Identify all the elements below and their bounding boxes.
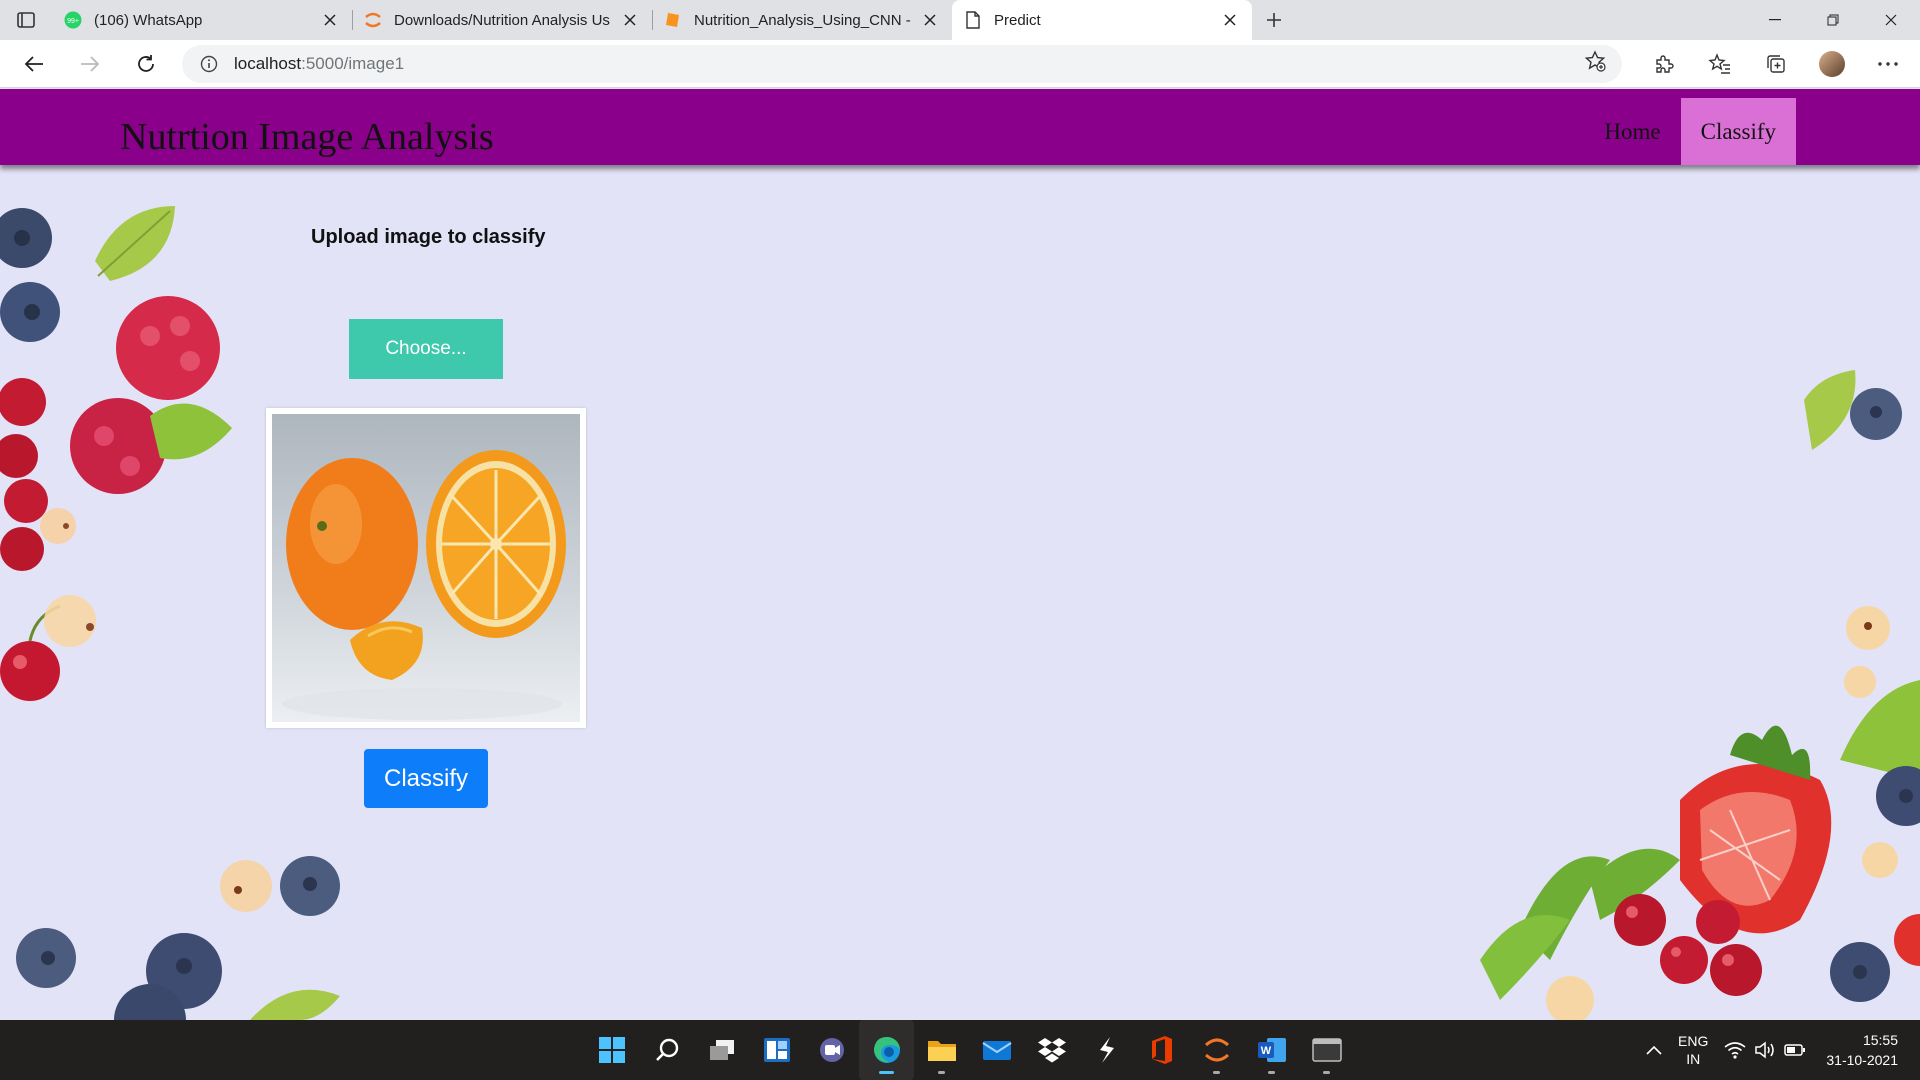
forward-button[interactable] <box>68 46 112 82</box>
teams-chat-icon[interactable] <box>804 1020 859 1080</box>
lang-region: IN <box>1686 1051 1701 1067</box>
dropbox-icon[interactable] <box>1024 1020 1079 1080</box>
restore-icon <box>1827 14 1839 26</box>
show-hidden-icons-button[interactable] <box>1638 1020 1670 1080</box>
preview-photo <box>272 414 580 722</box>
site-title: Nutrtion Image Analysis <box>120 116 494 158</box>
add-favorite-icon[interactable] <box>1584 50 1606 77</box>
widgets-icon[interactable] <box>749 1020 804 1080</box>
toolbar-actions <box>1636 44 1916 84</box>
tab-title: Nutrition_Analysis_Using_CNN - <box>694 11 911 29</box>
windows-taskbar: W ENG IN 15:55 31-10-2021 <box>0 1020 1920 1080</box>
minimize-icon <box>1769 19 1781 21</box>
tab-title: Predict <box>994 11 1041 29</box>
browser-toolbar: localhost:5000/image1 <box>0 40 1920 88</box>
tab-predict[interactable]: Predict <box>952 0 1252 40</box>
image-preview <box>266 408 586 728</box>
system-tray: ENG IN 15:55 31-10-2021 <box>1638 1020 1920 1080</box>
close-icon[interactable] <box>920 10 940 30</box>
clock[interactable]: 15:55 31-10-2021 <box>1814 1020 1920 1080</box>
main-nav: Home Classify <box>1584 98 1796 165</box>
url-host: localhost <box>234 53 302 73</box>
restore-button[interactable] <box>1804 0 1862 40</box>
fruit-decoration-right <box>1480 370 1920 1020</box>
close-window-button[interactable] <box>1862 0 1920 40</box>
jupyter-icon <box>364 11 382 29</box>
back-button[interactable] <box>12 46 56 82</box>
tab-title: Downloads/Nutrition Analysis Us <box>394 11 610 29</box>
edge-icon[interactable] <box>859 1020 914 1080</box>
collections-button[interactable] <box>1748 44 1804 84</box>
extensions-button[interactable] <box>1636 44 1692 84</box>
svg-text:99+: 99+ <box>67 18 79 25</box>
refresh-icon <box>138 54 154 72</box>
word-icon[interactable]: W <box>1244 1020 1299 1080</box>
minimize-button[interactable] <box>1746 0 1804 40</box>
tab-downloads[interactable]: Downloads/Nutrition Analysis Us <box>352 0 652 40</box>
page-icon <box>964 11 982 29</box>
upload-heading: Upload image to classify <box>311 226 546 248</box>
favorites-list-icon <box>1708 52 1730 74</box>
classify-button[interactable]: Classify <box>364 749 488 808</box>
office-icon[interactable] <box>1134 1020 1189 1080</box>
window-controls <box>1746 0 1920 40</box>
network-volume-battery-button[interactable] <box>1716 1020 1814 1080</box>
plus-icon <box>1267 13 1281 27</box>
clock-time: 15:55 <box>1862 1032 1898 1048</box>
tab-notebook[interactable]: Nutrition_Analysis_Using_CNN - <box>652 0 952 40</box>
taskbar-apps: W <box>584 1020 1354 1080</box>
profile-button[interactable] <box>1804 44 1860 84</box>
close-icon[interactable] <box>620 10 640 30</box>
vscode-icon[interactable] <box>1079 1020 1134 1080</box>
tab-title: (106) WhatsApp <box>94 11 203 29</box>
site-header: Nutrtion Image Analysis Home Classify <box>0 89 1920 165</box>
browser-tab-strip: 99+ (106) WhatsApp Downloads/Nutrition A… <box>0 0 1920 40</box>
task-view-icon[interactable] <box>694 1020 749 1080</box>
close-icon[interactable] <box>320 10 340 30</box>
more-icon <box>1878 61 1898 66</box>
windows-start-icon[interactable] <box>584 1020 639 1080</box>
puzzle-icon <box>1656 54 1674 73</box>
terminal-icon[interactable] <box>1299 1020 1354 1080</box>
whatsapp-icon: 99+ <box>64 11 82 29</box>
refresh-button[interactable] <box>124 46 168 82</box>
tab-whatsapp[interactable]: 99+ (106) WhatsApp <box>52 0 352 40</box>
info-icon[interactable] <box>198 53 220 75</box>
battery-icon <box>1784 1044 1806 1056</box>
mail-icon[interactable] <box>969 1020 1024 1080</box>
file-explorer-icon[interactable] <box>914 1020 969 1080</box>
settings-menu-button[interactable] <box>1860 44 1916 84</box>
search-icon[interactable] <box>639 1020 694 1080</box>
close-icon <box>1885 14 1897 26</box>
clock-date: 31-10-2021 <box>1826 1052 1898 1068</box>
nav-home-link[interactable]: Home <box>1584 98 1680 165</box>
tab-actions-button[interactable] <box>0 0 52 40</box>
address-bar[interactable]: localhost:5000/image1 <box>182 44 1622 83</box>
new-tab-button[interactable] <box>1252 0 1296 40</box>
lang-code: ENG <box>1678 1033 1709 1049</box>
orange-fruit-image <box>282 450 566 720</box>
svg-text:W: W <box>1260 1045 1271 1057</box>
arrow-right-icon <box>81 55 100 72</box>
jupyter-icon[interactable] <box>1189 1020 1244 1080</box>
choose-file-button[interactable]: Choose... <box>349 319 503 379</box>
tab-actions-icon <box>17 12 35 28</box>
favorites-button[interactable] <box>1692 44 1748 84</box>
volume-icon <box>1755 1041 1775 1059</box>
collections-icon <box>1767 54 1785 73</box>
arrow-left-icon <box>24 55 43 72</box>
notebook-icon <box>664 11 682 29</box>
close-icon[interactable] <box>1220 10 1240 30</box>
language-indicator[interactable]: ENG IN <box>1670 1020 1716 1080</box>
chevron-up-icon <box>1646 1045 1662 1055</box>
wifi-icon <box>1724 1042 1746 1059</box>
nav-classify-link[interactable]: Classify <box>1680 98 1796 165</box>
url-path: :5000/image1 <box>301 53 405 73</box>
avatar <box>1819 50 1845 77</box>
